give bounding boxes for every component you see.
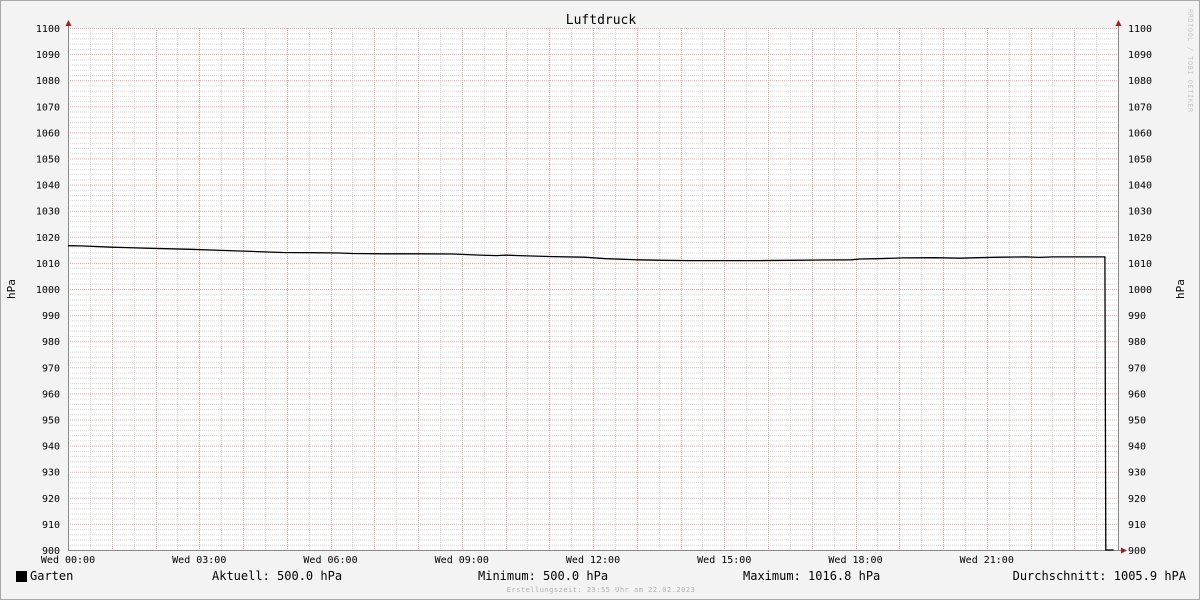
x-tick-label: Wed 03:00 bbox=[172, 555, 226, 566]
legend-average: Durchschnitt: 1005.9 hPA bbox=[1012, 569, 1186, 583]
y-tick-label-left: 1010 bbox=[36, 259, 60, 270]
y-tick-label-left: 1070 bbox=[36, 102, 60, 113]
y-tick-label-right: 990 bbox=[1128, 311, 1146, 322]
legend-maximum: Maximum: 1016.8 hPa bbox=[743, 569, 881, 583]
y-tick-label-right: 970 bbox=[1128, 363, 1146, 374]
y-tick-label-right: 960 bbox=[1128, 389, 1146, 400]
y-tick-label-right: 1080 bbox=[1128, 76, 1152, 87]
legend-series-name: Garten bbox=[30, 569, 74, 583]
y-tick-label-right: 910 bbox=[1128, 520, 1146, 531]
y-tick-label-left: 1020 bbox=[36, 233, 60, 244]
y-axis-label-right: hPa bbox=[1174, 279, 1187, 299]
grid-layer bbox=[68, 28, 1118, 551]
y-tick-label-right: 950 bbox=[1128, 416, 1146, 427]
y-tick-label-right: 940 bbox=[1128, 442, 1146, 453]
y-tick-label-left: 990 bbox=[42, 311, 60, 322]
y-axis-label-left: hPa bbox=[5, 279, 18, 299]
y-tick-label-left: 910 bbox=[42, 520, 60, 531]
y-tick-label-right: 1090 bbox=[1128, 50, 1152, 61]
y-tick-label-left: 1090 bbox=[36, 50, 60, 61]
x-tick-label: Wed 09:00 bbox=[435, 555, 489, 566]
legend-current: Aktuell: 500.0 hPa bbox=[212, 569, 343, 583]
y-tick-label-left: 1040 bbox=[36, 181, 60, 192]
y-tick-label-right: 1050 bbox=[1128, 155, 1152, 166]
y-tick-label-right: 1060 bbox=[1128, 128, 1152, 139]
y-tick-label-left: 920 bbox=[42, 494, 60, 505]
y-tick-label-left: 1100 bbox=[36, 24, 60, 35]
y-axis-right-arrow bbox=[1115, 20, 1122, 26]
y-tick-label-left: 930 bbox=[42, 468, 60, 479]
y-tick-label-left: 940 bbox=[42, 442, 60, 453]
y-tick-label-right: 1000 bbox=[1128, 285, 1152, 296]
x-tick-label: Wed 12:00 bbox=[566, 555, 620, 566]
y-axis-left-arrow bbox=[65, 20, 72, 26]
y-tick-label-right: 1040 bbox=[1128, 181, 1152, 192]
y-tick-label-right: 980 bbox=[1128, 337, 1146, 348]
legend-swatch bbox=[16, 571, 27, 582]
y-tick-label-right: 1010 bbox=[1128, 259, 1152, 270]
y-tick-label-right: 1020 bbox=[1128, 233, 1152, 244]
creation-time: Erstellungszeit: 23:55 Uhr am 22.02.2023 bbox=[506, 586, 696, 594]
y-tick-label-left: 950 bbox=[42, 416, 60, 427]
y-tick-label-left: 960 bbox=[42, 389, 60, 400]
x-tick-label: Wed 18:00 bbox=[828, 555, 882, 566]
y-tick-label-left: 1060 bbox=[36, 128, 60, 139]
rrdtool-watermark: RRDTOOL / TOBI OETIKER bbox=[1186, 9, 1194, 113]
x-tick-label: Wed 00:00 bbox=[41, 555, 95, 566]
y-tick-label-right: 930 bbox=[1128, 468, 1146, 479]
pressure-chart: 900 900910 910920 920930 930940 940950 950960 9… bbox=[5, 9, 1194, 566]
y-tick-label-left: 1000 bbox=[36, 285, 60, 296]
y-tick-label-left: 1030 bbox=[36, 207, 60, 218]
y-tick-label-left: 980 bbox=[42, 337, 60, 348]
x-tick-label: Wed 06:00 bbox=[303, 555, 357, 566]
y-tick-label-right: 900 bbox=[1128, 546, 1146, 557]
y-tick-label-left: 1050 bbox=[36, 155, 60, 166]
y-tick-label-right: 1070 bbox=[1128, 102, 1152, 113]
y-tick-label-right: 920 bbox=[1128, 494, 1146, 505]
chart-title: Luftdruck bbox=[566, 13, 637, 28]
y-tick-label-left: 970 bbox=[42, 363, 60, 374]
y-tick-label-left: 1080 bbox=[36, 76, 60, 87]
x-axis-arrow bbox=[1121, 547, 1127, 554]
x-tick-label: Wed 21:00 bbox=[960, 555, 1014, 566]
legend-minimum: Minimum: 500.0 hPa bbox=[478, 569, 609, 583]
graph-frame: 900 900 910 910 920 920 930 930 940 940 950 950 960 9… bbox=[0, 0, 1200, 600]
legend: Garten Aktuell: 500.0 hPa Minimum: 500.0… bbox=[16, 568, 1186, 586]
y-tick-label-right: 1030 bbox=[1128, 207, 1152, 218]
y-tick-label-right: 1100 bbox=[1128, 24, 1152, 35]
x-tick-label: Wed 15:00 bbox=[697, 555, 751, 566]
